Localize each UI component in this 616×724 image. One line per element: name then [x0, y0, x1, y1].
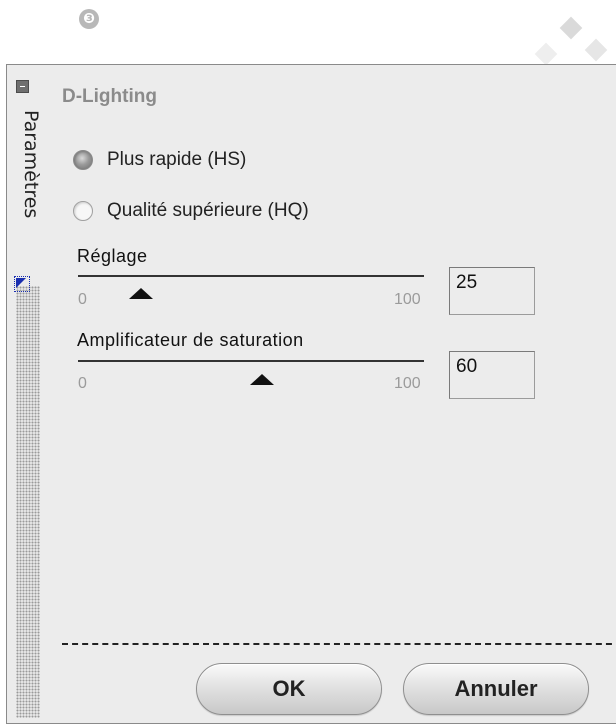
slider-min-label: 0: [78, 375, 87, 392]
expand-marker-icon[interactable]: [14, 276, 30, 292]
dashed-divider: [62, 643, 616, 645]
slider-track-saturation[interactable]: [78, 360, 424, 362]
slider-track-adjustment[interactable]: [78, 275, 424, 277]
slider-label-adjustment: Réglage: [77, 246, 148, 266]
decorative-diamond: [584, 38, 608, 62]
side-resize-handle[interactable]: [16, 286, 40, 718]
ok-button[interactable]: OK: [196, 663, 382, 715]
radio-button[interactable]: [73, 150, 93, 170]
panel-title: D-Lighting: [62, 86, 157, 107]
slider-min-label: 0: [78, 291, 87, 308]
cancel-button[interactable]: Annuler: [403, 663, 589, 715]
step-number-badge: ❸: [79, 9, 99, 29]
radio-button[interactable]: [73, 201, 93, 221]
radio-option-fast[interactable]: Plus rapide (HS): [73, 149, 246, 171]
side-tab-label[interactable]: Paramètres: [20, 110, 42, 218]
slider-thumb-saturation[interactable]: [249, 374, 274, 385]
slider-max-label: 100: [394, 375, 421, 392]
slider-thumb-adjustment[interactable]: [128, 288, 153, 299]
saturation-value-input[interactable]: 60: [449, 351, 535, 399]
radio-label: Qualité supérieure (HQ): [107, 200, 309, 221]
decorative-diamond: [559, 16, 583, 40]
radio-label: Plus rapide (HS): [107, 149, 247, 170]
slider-max-label: 100: [394, 291, 421, 308]
slider-label-saturation: Amplificateur de saturation: [77, 330, 304, 350]
adjustment-value-input[interactable]: 25: [449, 267, 535, 315]
radio-option-quality[interactable]: Qualité supérieure (HQ): [73, 200, 309, 222]
decorative-diamond: [534, 42, 558, 66]
collapse-toggle-icon[interactable]: [16, 80, 29, 93]
